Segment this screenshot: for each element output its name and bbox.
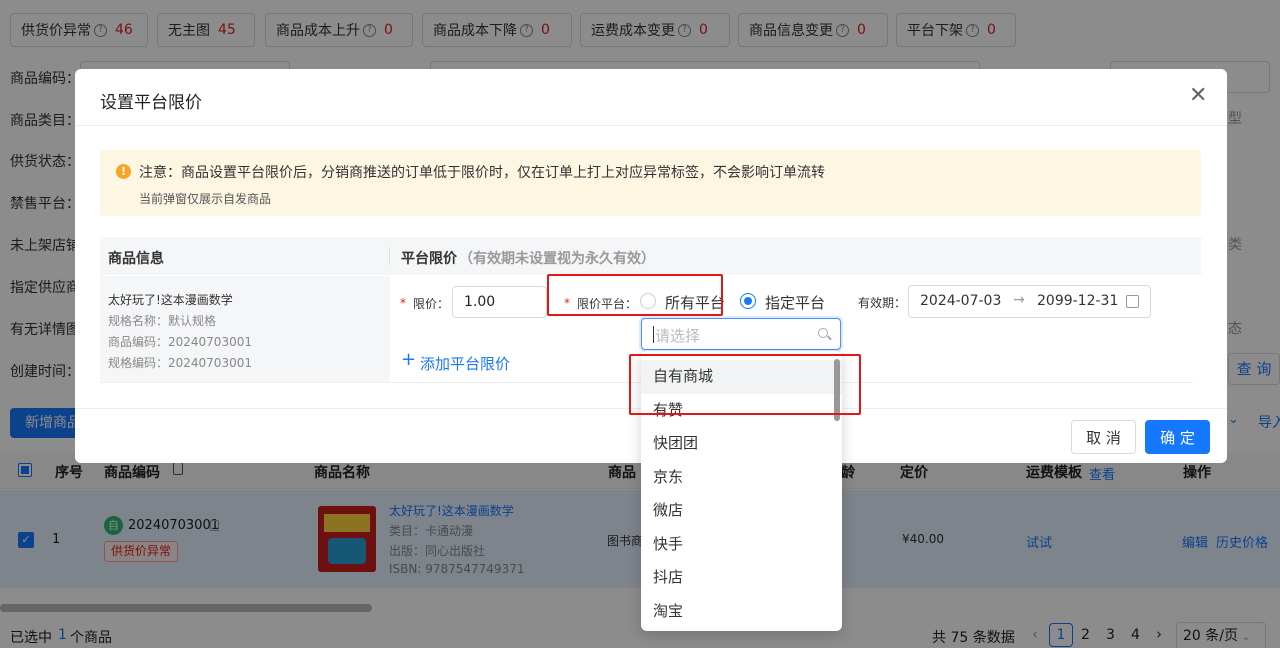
radio-circle <box>740 293 756 309</box>
search-placeholder: 请选择 <box>655 327 701 345</box>
price-value: 1.00 <box>464 294 496 310</box>
col-product-info: 商品信息 <box>108 251 164 267</box>
notice-text: 注意：商品设置平台限价后，分销商推送的订单低于限价时，仅在订单上打上对应异常标签… <box>139 165 825 181</box>
add-icon[interactable]: + <box>401 351 416 369</box>
cancel-label: 取 消 <box>1086 428 1121 447</box>
date-range-picker[interactable]: 2024-07-03 → 2099-12-31 <box>908 285 1151 318</box>
modal-title: 设置平台限价 <box>100 93 202 113</box>
modal-header-divider <box>75 125 1227 126</box>
radio-specific-label[interactable]: 指定平台 <box>765 292 825 313</box>
highlight-box-platform-options <box>629 354 861 415</box>
date-end[interactable]: 2099-12-31 <box>1037 293 1118 309</box>
validity-label: 有效期： <box>858 296 907 310</box>
col-platform-limit-hint: （有效期未设置视为永久有效） <box>459 251 655 267</box>
notice-box: ! 注意：商品设置平台限价后，分销商推送的订单低于限价时，仅在订单上打上对应异常… <box>100 150 1201 216</box>
close-icon[interactable]: ✕ <box>1189 85 1207 107</box>
search-icon-handle <box>827 335 832 341</box>
platform-search-input[interactable]: 请选择 <box>641 318 841 350</box>
platform-option[interactable]: 快团团 <box>641 427 842 461</box>
price-input[interactable]: 1.00 <box>452 286 547 318</box>
cancel-button[interactable]: 取 消 <box>1071 420 1136 454</box>
arrow-right-icon: → <box>1013 292 1025 308</box>
radio-specific-platform[interactable] <box>740 293 756 309</box>
text-cursor <box>653 326 654 343</box>
product-spec-code: 规格编码：20240703001 <box>108 356 252 370</box>
confirm-label: 确 定 <box>1160 428 1195 447</box>
platform-option[interactable]: 淘宝 <box>641 595 842 629</box>
product-spec: 规格名称：默认规格 <box>108 314 217 328</box>
product-name: 太好玩了!这本漫画数学 <box>108 293 233 307</box>
warning-icon: ! <box>116 164 131 179</box>
platform-option[interactable]: 快手 <box>641 528 842 562</box>
price-label: 限价： <box>413 297 450 311</box>
product-code: 商品编码：20240703001 <box>108 335 252 349</box>
platform-option[interactable]: 抖店 <box>641 561 842 595</box>
add-platform-limit-link[interactable]: 添加平台限价 <box>420 353 510 374</box>
col-divider <box>389 247 390 265</box>
date-start[interactable]: 2024-07-03 <box>920 293 1001 309</box>
required-mark: * <box>400 296 406 310</box>
calendar-icon[interactable] <box>1126 295 1139 308</box>
notice-subtext: 当前弹窗仅展示自发商品 <box>139 192 272 206</box>
platform-option[interactable]: 微店 <box>641 494 842 528</box>
platform-option[interactable]: 京东 <box>641 461 842 495</box>
col-platform-limit: 平台限价 <box>401 251 457 267</box>
highlight-box-platform-radio <box>547 274 723 316</box>
confirm-button[interactable]: 确 定 <box>1145 420 1210 454</box>
